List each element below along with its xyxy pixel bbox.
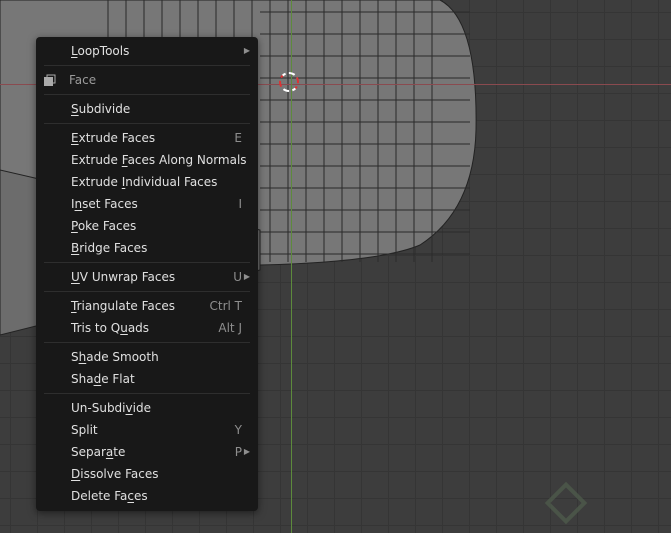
- menu-item-label: UV Unwrap Faces: [71, 270, 176, 284]
- menu-item-un-subdivide[interactable]: Un-Subdivide: [36, 397, 258, 419]
- menu-item-label: Un-Subdivide: [71, 401, 151, 415]
- menu-item-label: Tris to Quads: [71, 321, 150, 335]
- menu-separator: [36, 288, 258, 295]
- menu-item-label: Split: [71, 423, 98, 437]
- menu-item-triangulate-faces[interactable]: Triangulate Faces Ctrl T: [36, 295, 258, 317]
- menu-item-shade-smooth[interactable]: Shade Smooth: [36, 346, 258, 368]
- shortcut-label: Alt J: [218, 321, 242, 335]
- shortcut-label: P: [234, 445, 242, 459]
- shortcut-label: I: [238, 197, 242, 211]
- submenu-arrow-icon: ▶: [243, 46, 250, 55]
- menu-separator: [36, 120, 258, 127]
- menu-item-inset-faces[interactable]: Inset Faces I: [36, 193, 258, 215]
- menu-item-uv-unwrap-faces[interactable]: UV Unwrap Faces U ▶: [36, 266, 258, 288]
- menu-separator: [36, 91, 258, 98]
- menu-item-delete-faces[interactable]: Delete Faces: [36, 485, 258, 507]
- menu-separator: [36, 259, 258, 266]
- menu-item-label: Delete Faces: [71, 489, 148, 503]
- shortcut-label: E: [234, 131, 242, 145]
- menu-item-poke-faces[interactable]: Poke Faces: [36, 215, 258, 237]
- menu-item-label: Bridge Faces: [71, 241, 148, 255]
- menu-item-label: Extrude Individual Faces: [71, 175, 218, 189]
- face-context-menu: LoopTools ▶ Face Subdivide Extrude Faces E Ext…: [36, 37, 258, 511]
- menu-item-label: Extrude Faces: [71, 131, 156, 145]
- menu-item-dissolve-faces[interactable]: Dissolve Faces: [36, 463, 258, 485]
- menu-item-separate[interactable]: Separate P ▶: [36, 441, 258, 463]
- shortcut-label: U: [233, 270, 242, 284]
- menu-item-split[interactable]: Split Y: [36, 419, 258, 441]
- menu-item-label: Dissolve Faces: [71, 467, 159, 481]
- menu-item-extrude-faces-along-normals[interactable]: Extrude Faces Along Normals: [36, 149, 258, 171]
- menu-item-extrude-faces[interactable]: Extrude Faces E: [36, 127, 258, 149]
- menu-separator: [36, 390, 258, 397]
- face-select-icon: [44, 74, 56, 86]
- submenu-arrow-icon: ▶: [243, 272, 250, 281]
- menu-item-label: Triangulate Faces: [71, 299, 176, 313]
- menu-title: Face: [36, 69, 258, 91]
- menu-item-label: Separate: [71, 445, 126, 459]
- submenu-arrow-icon: ▶: [243, 447, 250, 456]
- menu-item-label: Inset Faces: [71, 197, 138, 211]
- menu-item-label: Face: [69, 73, 97, 87]
- shortcut-label: Y: [234, 423, 242, 437]
- menu-item-subdivide[interactable]: Subdivide: [36, 98, 258, 120]
- menu-item-label: Subdivide: [71, 102, 131, 116]
- menu-item-label: Extrude Faces Along Normals: [71, 153, 247, 167]
- menu-item-shade-flat[interactable]: Shade Flat: [36, 368, 258, 390]
- menu-item-extrude-individual-faces[interactable]: Extrude Individual Faces: [36, 171, 258, 193]
- menu-item-looptools[interactable]: LoopTools ▶: [36, 40, 258, 62]
- menu-item-label: Poke Faces: [71, 219, 137, 233]
- menu-item-tris-to-quads[interactable]: Tris to Quads Alt J: [36, 317, 258, 339]
- menu-separator: [36, 339, 258, 346]
- menu-item-label: Shade Smooth: [71, 350, 159, 364]
- menu-item-bridge-faces[interactable]: Bridge Faces: [36, 237, 258, 259]
- menu-item-label: LoopTools: [71, 44, 130, 58]
- 3d-cursor-icon[interactable]: [279, 72, 299, 92]
- menu-separator: [36, 62, 258, 69]
- shortcut-label: Ctrl T: [209, 299, 243, 313]
- menu-item-label: Shade Flat: [71, 372, 135, 386]
